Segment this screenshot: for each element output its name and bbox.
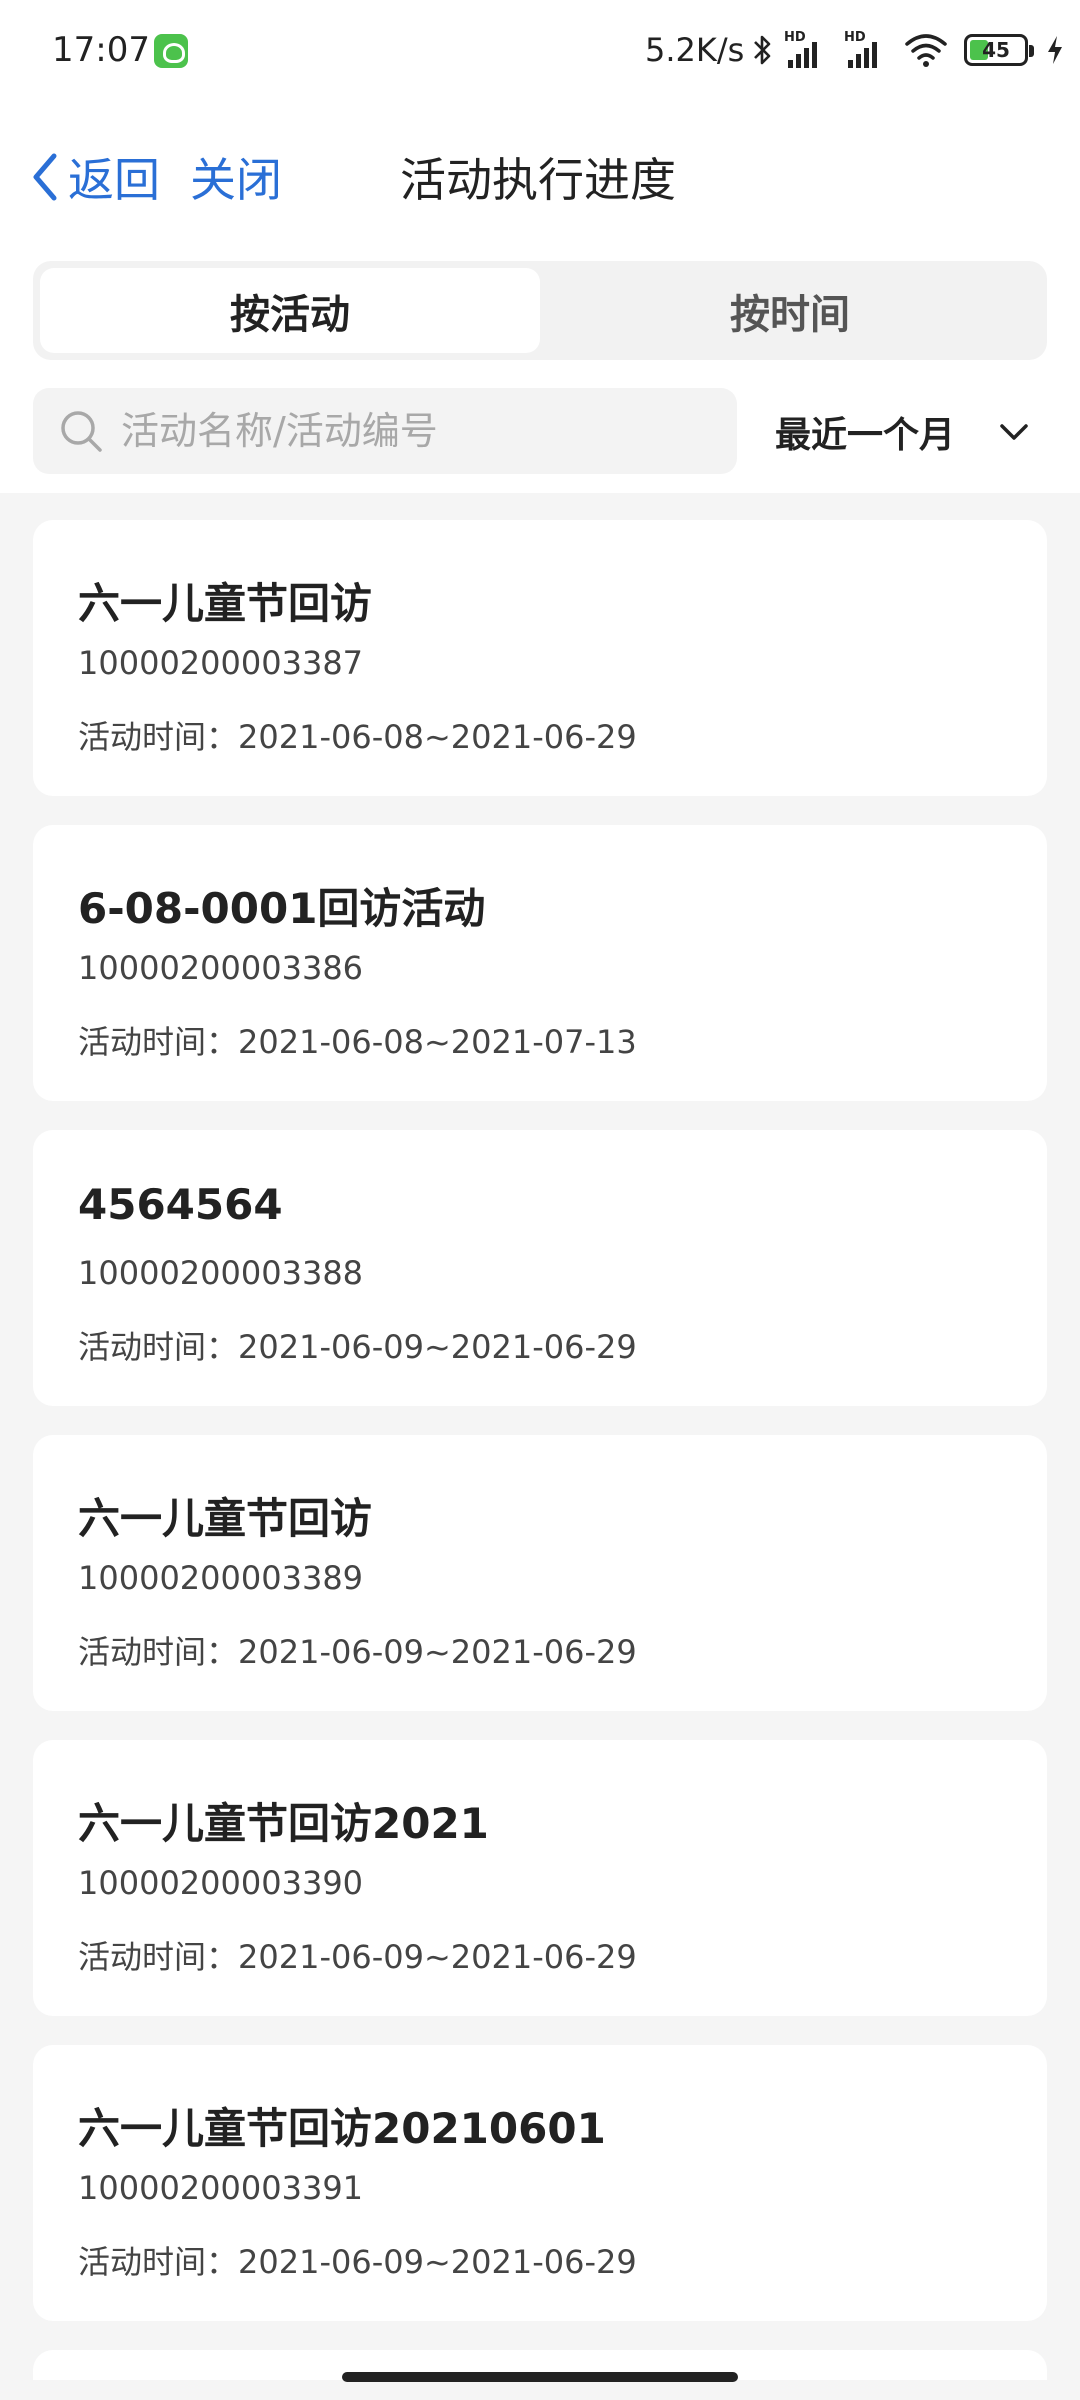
status-icons: HD HD 45 [752, 28, 1064, 72]
activity-time: 活动时间：2021-06-09~2021-06-29 [78, 1938, 637, 1976]
activity-name: 六一儿童节回访 [78, 1494, 373, 1543]
activity-number: 10000200003391 [78, 2169, 364, 2207]
activity-number: 10000200003389 [78, 1559, 364, 1597]
activity-card[interactable]: 六一儿童节回访20210601 10000200003391 活动时间：2021… [33, 2045, 1047, 2321]
activity-name: 六一儿童节回访2021 [78, 1799, 489, 1848]
activity-time: 活动时间：2021-06-08~2021-07-13 [78, 1023, 637, 1061]
activity-card[interactable]: 六一儿童节回访2021 10000200003390 活动时间：2021-06-… [33, 1740, 1047, 2016]
activity-time: 活动时间：2021-06-09~2021-06-29 [78, 1633, 637, 1671]
activity-card[interactable]: 6-08-0001回访活动 10000200003386 活动时间：2021-0… [33, 825, 1047, 1101]
time-range-dropdown[interactable]: 最近一个月 [775, 400, 1029, 464]
search-icon [61, 411, 102, 452]
search-box[interactable] [33, 388, 737, 474]
activity-number: 10000200003386 [78, 949, 364, 987]
tab-by-activity[interactable]: 按活动 [40, 268, 540, 353]
activity-name: 六一儿童节回访20210601 [78, 2104, 606, 2153]
signal-icon: HD [784, 30, 834, 70]
chevron-left-icon [33, 153, 57, 201]
activity-card[interactable]: 六一儿童节回访 10000200003387 活动时间：2021-06-08~2… [33, 520, 1047, 796]
bluetooth-icon [754, 35, 771, 65]
close-button[interactable]: 关闭 [190, 144, 282, 210]
status-time: 17:07 [52, 30, 150, 70]
activity-time: 活动时间：2021-06-09~2021-06-29 [78, 1328, 637, 1366]
network-speed: 5.2K/s [645, 31, 745, 69]
activity-number: 10000200003390 [78, 1864, 364, 1902]
back-button[interactable]: 返回 [28, 144, 160, 210]
battery-icon: 45 [964, 34, 1034, 66]
activity-time: 活动时间：2021-06-08~2021-06-29 [78, 718, 637, 756]
status-bar: 17:07 5.2K/s HD HD 45 [0, 0, 1080, 100]
search-input[interactable] [121, 409, 701, 453]
activity-number: 10000200003388 [78, 1254, 364, 1292]
activity-number: 10000200003387 [78, 644, 364, 682]
battery-level: 45 [982, 38, 1010, 62]
tab-by-time[interactable]: 按时间 [540, 268, 1040, 353]
activity-card[interactable]: 4564564 10000200003388 活动时间：2021-06-09~2… [33, 1130, 1047, 1406]
charging-icon [1048, 36, 1062, 64]
activity-name: 4564564 [78, 1180, 283, 1229]
activity-name: 6-08-0001回访活动 [78, 884, 486, 933]
app-notification-icon [154, 34, 188, 68]
navigation-bar: 返回 关闭 活动执行进度 [0, 130, 1080, 220]
back-label: 返回 [68, 153, 160, 207]
chevron-down-icon [1000, 424, 1028, 440]
wifi-icon [905, 34, 947, 67]
home-indicator[interactable] [342, 2372, 738, 2382]
page-title: 活动执行进度 [400, 153, 676, 207]
signal-icon: HD [844, 30, 894, 70]
time-range-selected: 最近一个月 [775, 415, 956, 456]
activity-time: 活动时间：2021-06-09~2021-06-29 [78, 2243, 637, 2281]
activity-name: 六一儿童节回访 [78, 579, 373, 628]
activity-card[interactable]: 六一儿童节回访 10000200003389 活动时间：2021-06-09~2… [33, 1435, 1047, 1711]
segmented-tabs: 按活动 按时间 [33, 261, 1047, 360]
